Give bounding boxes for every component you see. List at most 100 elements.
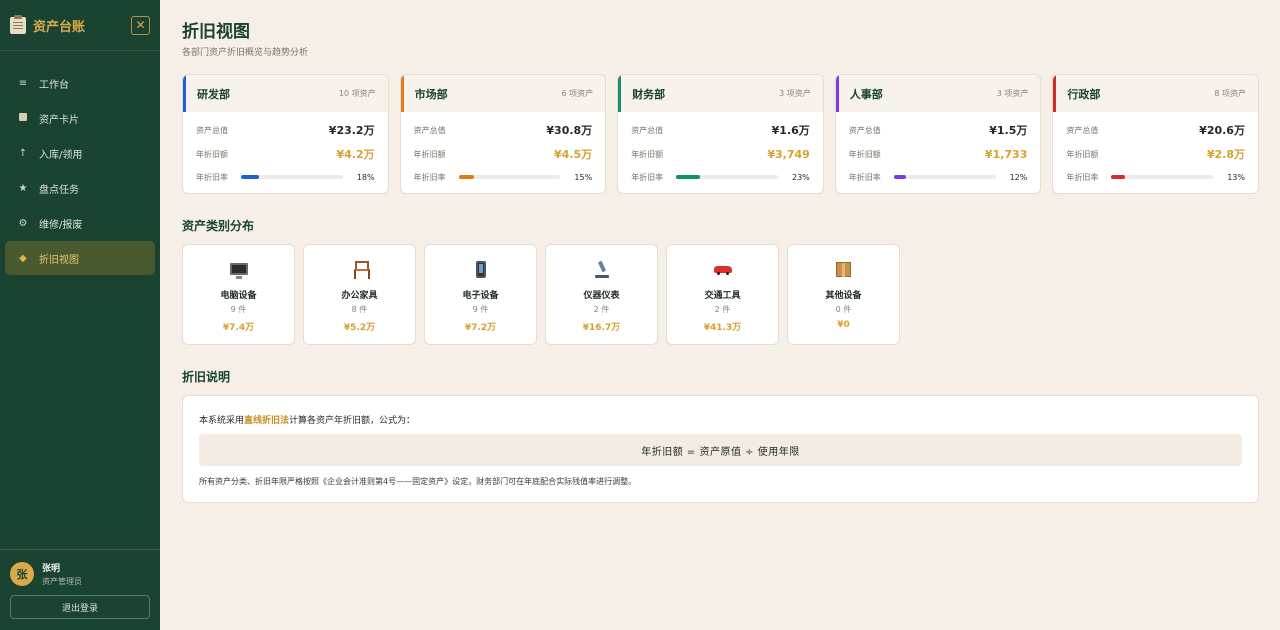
- department-accent: [618, 75, 622, 112]
- package-icon: [836, 261, 851, 277]
- formula-box: 年折旧额 = 资产原值 ÷ 使用年限: [199, 434, 1242, 466]
- department-card[interactable]: 人事部 3 项资产 资产总值 ¥1.5万 年折旧额 ¥1,733 年折旧率 12%: [834, 74, 1042, 194]
- sidebar-item-label: 折旧视图: [39, 254, 79, 266]
- sidebar-item-dashboard[interactable]: ≡ 工作台: [5, 66, 155, 100]
- category-name: 电脑设备: [220, 291, 257, 301]
- category-card[interactable]: 办公家具 8 件 ¥5.2万: [303, 244, 416, 345]
- category-name: 仪器仪表: [583, 291, 620, 301]
- category-card[interactable]: 电脑设备 9 件 ¥7.4万: [182, 244, 295, 345]
- sidebar-item-inventory[interactable]: ★ 盘点任务: [5, 171, 155, 205]
- total-label: 资产总值: [631, 125, 664, 135]
- category-value: ¥7.2万: [464, 323, 497, 333]
- sidebar-brand: 资产台账 ✕: [0, 0, 160, 51]
- rate-bar-fill: [241, 175, 260, 179]
- department-card[interactable]: 财务部 3 项资产 资产总值 ¥1.6万 年折旧额 ¥3,749 年折旧率 23%: [617, 74, 824, 194]
- department-card-header: 研发部 10 项资产: [183, 75, 388, 112]
- clipboard-icon: [10, 14, 26, 34]
- chair-icon: [353, 261, 370, 279]
- category-value: ¥0: [837, 320, 850, 330]
- category-count: 8 件: [351, 305, 368, 314]
- total-value: ¥1.6万: [771, 124, 810, 137]
- category-count: 9 件: [472, 305, 489, 314]
- category-card[interactable]: 电子设备 9 件 ¥7.2万: [424, 244, 537, 345]
- total-label: 资产总值: [196, 125, 228, 135]
- category-value: ¥5.2万: [343, 323, 376, 333]
- sidebar-item-label: 工作台: [39, 79, 69, 91]
- total-value: ¥23.2万: [328, 124, 375, 137]
- department-name: 行政部: [1067, 87, 1101, 101]
- annual-value: ¥1,733: [984, 147, 1028, 161]
- department-accent: [1053, 75, 1057, 112]
- department-count: 6 项资产: [561, 89, 594, 98]
- sidebar-item-asset-cards[interactable]: 资产卡片: [5, 101, 155, 135]
- rate-bar: [676, 175, 778, 179]
- sidebar: 资产台账 ✕ ≡ 工作台 资产卡片 ↑ 入库/领用 ★ 盘点任务 ⚙ 维修/报废…: [0, 0, 160, 630]
- department-card-header: 市场部 6 项资产: [400, 75, 606, 112]
- department-count: 3 项资产: [996, 89, 1029, 98]
- category-cards: 电脑设备 9 件 ¥7.4万 办公家具 8 件 ¥5.2万 电子设备 9 件 ¥…: [182, 244, 900, 345]
- department-card[interactable]: 行政部 8 项资产 资产总值 ¥20.6万 年折旧额 ¥2.8万 年折旧率 13%: [1052, 74, 1259, 194]
- categories-title: 资产类别分布: [182, 219, 255, 233]
- user-name: 张明: [42, 564, 61, 574]
- annual-label: 年折旧额: [631, 149, 664, 159]
- category-name: 交通工具: [704, 291, 741, 301]
- rate-bar: [241, 175, 343, 179]
- category-count: 0 件: [835, 305, 852, 314]
- category-value: ¥7.4万: [222, 323, 255, 333]
- rate-value: 15%: [574, 172, 593, 182]
- rate-label: 年折旧率: [196, 172, 228, 182]
- star-icon: ★: [18, 182, 28, 194]
- department-accent: [183, 75, 186, 112]
- rate-bar: [893, 175, 996, 179]
- category-name: 办公家具: [341, 291, 378, 301]
- rate-bar-fill: [676, 175, 700, 179]
- rate-label: 年折旧率: [848, 172, 881, 182]
- annual-label: 年折旧额: [413, 149, 446, 159]
- total-label: 资产总值: [848, 125, 881, 135]
- sidebar-item-depreciation[interactable]: ◆ 折旧视图: [5, 241, 155, 275]
- category-card[interactable]: 仪器仪表 2 件 ¥16.7万: [545, 244, 658, 345]
- department-cards: 研发部 10 项资产 资产总值 ¥23.2万 年折旧额 ¥4.2万 年折旧率 18% …: [182, 74, 1259, 194]
- explanation-line: 本系统采用直线折旧法计算各资产年折旧额，公式为：: [199, 413, 1242, 426]
- department-name: 财务部: [632, 87, 666, 101]
- diamond-icon: ◆: [19, 252, 27, 264]
- department-card[interactable]: 市场部 6 项资产 资产总值 ¥30.8万 年折旧额 ¥4.5万 年折旧率 15%: [399, 74, 607, 194]
- category-value: ¥16.7万: [582, 323, 621, 333]
- rate-value: 13%: [1227, 172, 1245, 182]
- total-value: ¥30.8万: [546, 124, 593, 137]
- department-card[interactable]: 研发部 10 项资产 资产总值 ¥23.2万 年折旧额 ¥4.2万 年折旧率 18%: [182, 74, 389, 194]
- rate-value: 23%: [792, 172, 810, 182]
- annual-value: ¥3,749: [767, 147, 810, 161]
- department-accent: [400, 75, 404, 112]
- department-card-header: 行政部 8 项资产: [1053, 75, 1258, 112]
- sidebar-item-repair[interactable]: ⚙ 维修/报废: [5, 206, 155, 240]
- category-card[interactable]: 交通工具 2 件 ¥41.3万: [666, 244, 779, 345]
- sidebar-item-label: 资产卡片: [39, 114, 79, 126]
- category-name: 其他设备: [825, 291, 862, 301]
- rate-bar-fill: [893, 175, 906, 179]
- page-title: 折旧视图: [182, 22, 250, 42]
- total-label: 资产总值: [413, 125, 446, 135]
- sidebar-item-label: 盘点任务: [39, 184, 79, 196]
- rate-bar-fill: [1111, 175, 1125, 179]
- sidebar-item-label: 维修/报废: [39, 219, 83, 231]
- category-count: 2 件: [593, 305, 610, 314]
- explanation-panel: 本系统采用直线折旧法计算各资产年折旧额，公式为： 年折旧额 = 资产原值 ÷ 使…: [182, 395, 1259, 503]
- category-card[interactable]: 其他设备 0 件 ¥0: [787, 244, 900, 345]
- sidebar-item-label: 入库/领用: [39, 149, 83, 161]
- logout-button[interactable]: 退出登录: [10, 595, 150, 619]
- user-role: 资产管理员: [42, 577, 82, 586]
- annual-label: 年折旧额: [848, 149, 881, 159]
- department-name: 市场部: [414, 87, 448, 101]
- department-name: 研发部: [197, 87, 230, 101]
- close-sidebar-button[interactable]: ✕: [131, 15, 150, 35]
- depreciation-method: 直线折旧法: [244, 416, 290, 426]
- sidebar-item-inbound[interactable]: ↑ 入库/领用: [5, 136, 155, 170]
- annual-value: ¥4.5万: [554, 148, 593, 161]
- phone-icon: [475, 260, 486, 278]
- rate-value: 12%: [1009, 172, 1028, 182]
- annual-value: ¥4.2万: [336, 148, 375, 161]
- annual-label: 年折旧额: [1066, 149, 1099, 159]
- category-name: 电子设备: [462, 291, 499, 301]
- rate-label: 年折旧率: [1066, 172, 1099, 182]
